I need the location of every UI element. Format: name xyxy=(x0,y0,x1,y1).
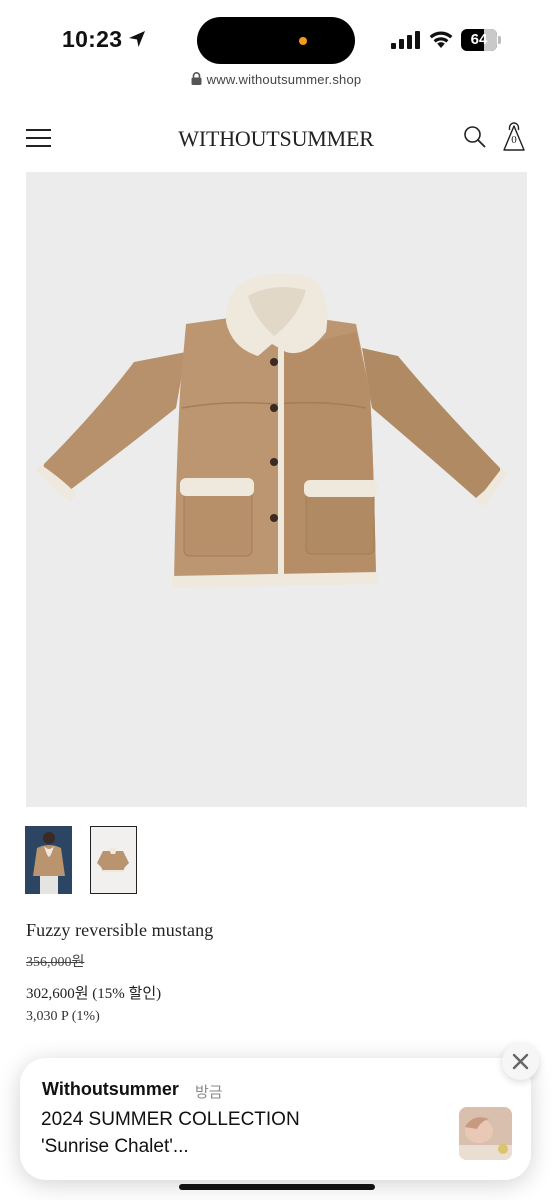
battery-indicator: 64 xyxy=(461,29,501,51)
site-logo[interactable]: WITHOUTSUMMER xyxy=(120,126,432,152)
home-indicator xyxy=(179,1184,375,1190)
dynamic-island xyxy=(197,17,355,64)
battery-level-text: 64 xyxy=(470,31,488,48)
original-price: 356,000원 xyxy=(26,955,85,970)
close-icon xyxy=(512,1053,529,1070)
browser-url-bar[interactable]: www.withoutsummer.shop xyxy=(0,72,552,100)
thumbnail-coat-photo[interactable] xyxy=(90,826,137,894)
notification-time: 방금 xyxy=(195,1084,223,1101)
notification-body: 'Sunrise Chalet'... xyxy=(41,1136,189,1157)
site-header: WITHOUTSUMMER 0 xyxy=(0,102,552,172)
notification-app-name: Withoutsummer xyxy=(42,1079,179,1099)
product-main-image[interactable] xyxy=(26,172,527,807)
status-time: 10:23 xyxy=(62,26,123,52)
sale-price: 302,600원 (15% 할인) xyxy=(26,986,162,1002)
reward-points: 3,030 P (1%) xyxy=(26,1009,100,1024)
location-arrow-icon xyxy=(129,31,145,47)
search-icon[interactable] xyxy=(463,125,487,149)
cellular-signal-icon xyxy=(391,31,420,49)
wifi-icon xyxy=(429,31,453,48)
product-name: Fuzzy reversible mustang xyxy=(26,920,214,940)
push-notification[interactable]: Withoutsummer 방금 2024 SUMMER COLLECTION … xyxy=(20,1058,531,1180)
url-text: www.withoutsummer.shop xyxy=(206,72,362,87)
status-bar: 10:23 64 xyxy=(0,0,552,72)
notification-close-button[interactable] xyxy=(502,1043,539,1080)
notification-thumbnail xyxy=(459,1107,512,1160)
hamburger-menu-icon[interactable] xyxy=(26,129,51,147)
thumbnail-model-photo[interactable] xyxy=(25,826,72,894)
privacy-indicator-dot xyxy=(299,37,307,45)
notification-title: 2024 SUMMER COLLECTION xyxy=(41,1109,300,1130)
cart-count: 0 xyxy=(511,134,517,146)
coat-illustration xyxy=(36,273,508,588)
lock-icon xyxy=(191,72,202,85)
shopping-bag-icon[interactable]: 0 xyxy=(501,122,527,152)
